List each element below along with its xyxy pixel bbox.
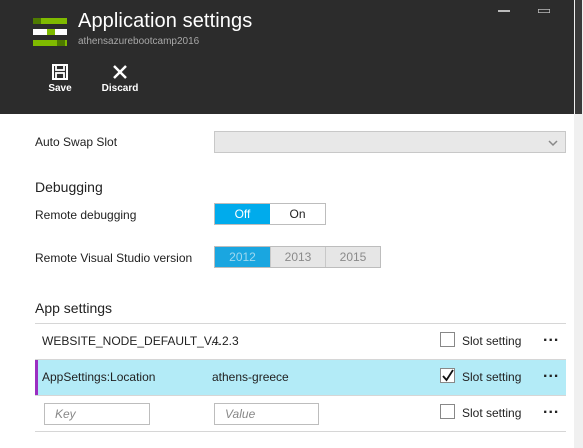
save-icon (52, 64, 68, 80)
maximize-icon[interactable] (537, 0, 551, 14)
table-row: WEBSITE_NODE_DEFAULT_V... 4.2.3 Slot set… (35, 324, 566, 359)
setting-value[interactable]: 4.2.3 (212, 334, 239, 348)
save-label: Save (48, 83, 72, 94)
more-icon[interactable]: ... (543, 364, 559, 382)
blade-title: Application settings (78, 10, 253, 32)
slot-setting-checkbox[interactable] (440, 404, 455, 419)
setting-key[interactable]: WEBSITE_NODE_DEFAULT_V... (42, 334, 221, 348)
slot-setting-label: Slot setting (462, 370, 522, 384)
remote-debugging-off[interactable]: Off (215, 204, 270, 224)
app-settings-icon (33, 18, 67, 46)
slot-setting-label: Slot setting (462, 334, 522, 348)
divider (35, 431, 566, 432)
blade-header: Application settings athensazurebootcamp… (0, 0, 574, 114)
auto-swap-dropdown[interactable] (214, 131, 566, 153)
auto-swap-label: Auto Swap Slot (35, 135, 118, 149)
minimize-icon[interactable] (498, 0, 510, 12)
vs-version-toggle: 2012 2013 2015 (214, 246, 381, 268)
save-button[interactable]: Save (30, 63, 90, 94)
remote-debugging-toggle: Off On (214, 203, 326, 225)
table-row: AppSettings:Location athens-greece Slot … (35, 360, 566, 395)
more-icon[interactable]: ... (543, 400, 559, 418)
debugging-heading: Debugging (35, 179, 103, 195)
remote-debugging-on[interactable]: On (270, 204, 325, 224)
vs-version-2012[interactable]: 2012 (215, 247, 270, 267)
discard-label: Discard (101, 83, 139, 94)
chevron-down-icon (548, 140, 558, 147)
setting-value[interactable]: athens-greece (212, 370, 289, 384)
scrollbar[interactable] (574, 0, 583, 448)
new-setting-row: Key Value Slot setting ... (35, 396, 566, 431)
value-input[interactable]: Value (214, 403, 319, 425)
setting-key[interactable]: AppSettings:Location (42, 370, 155, 384)
vs-version-2015[interactable]: 2015 (325, 247, 380, 267)
checkmark-icon (442, 369, 454, 382)
scrollbar-thumb[interactable] (575, 0, 582, 114)
close-icon (113, 65, 127, 79)
slot-setting-checkbox[interactable] (440, 332, 455, 347)
slot-setting-checkbox[interactable] (440, 368, 455, 383)
vs-version-label: Remote Visual Studio version (35, 251, 193, 265)
remote-debugging-label: Remote debugging (35, 208, 137, 222)
discard-button[interactable]: Discard (90, 63, 150, 94)
more-icon[interactable]: ... (543, 328, 559, 346)
app-settings-heading: App settings (35, 300, 113, 316)
vs-version-2013[interactable]: 2013 (270, 247, 325, 267)
blade-subtitle: athensazurebootcamp2016 (78, 36, 200, 47)
slot-setting-label: Slot setting (462, 406, 522, 420)
key-input[interactable]: Key (44, 403, 150, 425)
